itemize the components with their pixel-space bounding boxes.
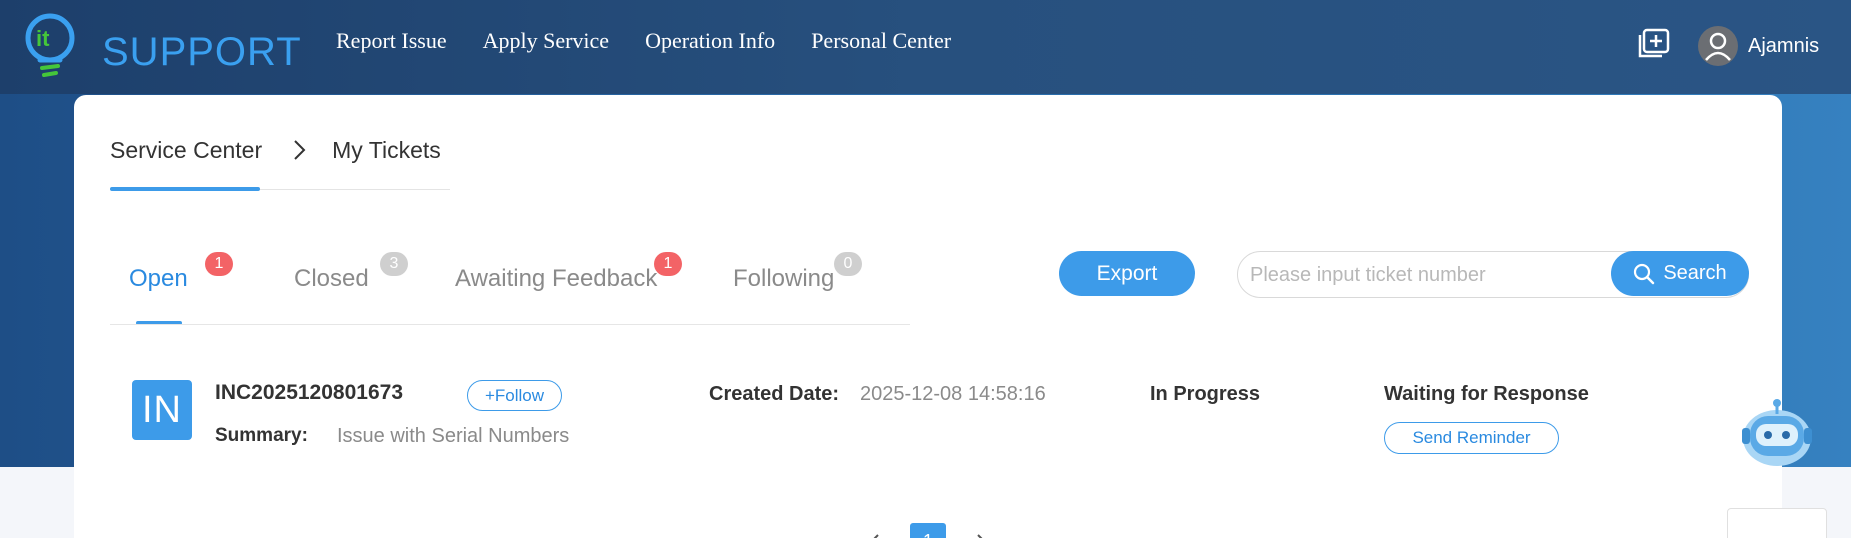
main-nav: Report Issue Apply Service Operation Inf… [336,28,951,54]
user-name: Ajamnis [1748,34,1820,57]
ticket-substatus: Waiting for Response [1384,383,1589,405]
user-menu[interactable]: Ajamnis [1698,26,1819,66]
tab-open[interactable]: Open [129,265,188,293]
tab-awaiting-feedback-badge: 1 [654,252,682,276]
send-reminder-button[interactable]: Send Reminder [1384,422,1559,454]
nav-personal-center[interactable]: Personal Center [811,28,951,54]
ticket-id[interactable]: INC2025120801673 [215,381,403,405]
export-button[interactable]: Export [1059,251,1195,296]
ticket-type-avatar: IN [132,380,192,440]
page-number-current[interactable]: 1 [910,523,946,538]
chevron-left-icon[interactable] [866,532,884,538]
tab-closed[interactable]: Closed [294,265,369,293]
chevron-right-icon [294,140,306,160]
svg-text:it: it [36,26,50,51]
ticket-search-input[interactable] [1250,258,1600,292]
breadcrumb-active-indicator [110,187,260,191]
user-icon [1705,32,1731,61]
created-date-label: Created Date: [709,383,840,405]
tab-open-badge: 1 [205,252,233,276]
ticket-status: In Progress [1150,383,1261,405]
search-button[interactable]: Search [1611,251,1749,296]
tab-awaiting-feedback[interactable]: Awaiting Feedback [455,265,657,293]
summary-label: Summary: [215,425,308,446]
plus-window-icon[interactable] [1638,28,1670,58]
tab-closed-badge: 3 [380,252,408,276]
lightbulb-logo-icon: it [25,13,75,77]
search-icon [1634,263,1655,284]
tickets-card: Service Center My Tickets Open 1 Closed … [74,95,1782,538]
tab-following[interactable]: Following [733,265,834,293]
top-navbar: it SUPPORT Report Issue Apply Service Op… [0,0,1851,94]
avatar [1698,26,1738,66]
floating-side-panel[interactable] [1727,508,1827,538]
nav-operation-info[interactable]: Operation Info [645,28,775,54]
follow-button[interactable]: +Follow [467,380,562,411]
summary-value: Issue with Serial Numbers [337,425,570,447]
tabs-divider [110,324,910,325]
logo-text: SUPPORT [102,30,302,74]
created-date-value: 2025-12-08 14:58:16 [860,383,1046,405]
site-logo[interactable]: it SUPPORT [22,10,301,80]
chatbot-robot-icon[interactable] [1738,398,1816,473]
breadcrumb: Service Center My Tickets [110,135,441,165]
nav-report-issue[interactable]: Report Issue [336,28,447,54]
search-button-label: Search [1663,262,1727,284]
breadcrumb-current: My Tickets [332,136,441,163]
nav-apply-service[interactable]: Apply Service [483,28,609,54]
breadcrumb-home[interactable]: Service Center [110,137,262,164]
chevron-right-icon[interactable] [972,532,990,538]
tab-following-badge: 0 [834,252,862,276]
pagination: 1 [866,523,990,538]
